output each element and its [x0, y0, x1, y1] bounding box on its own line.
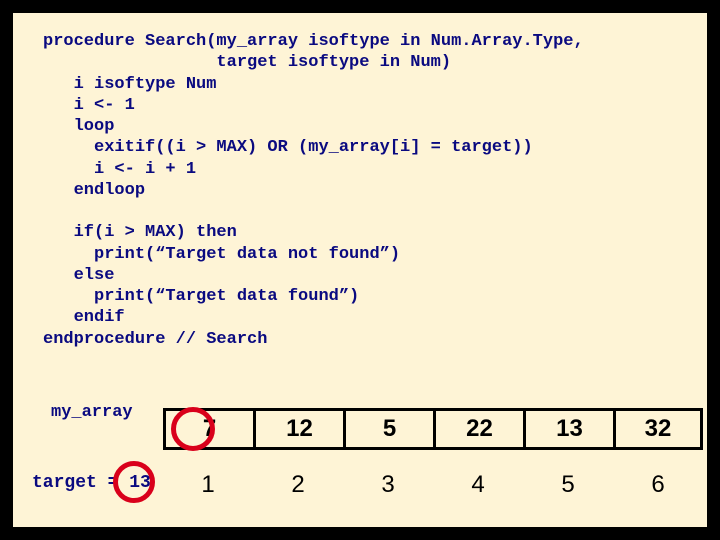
- array-cell: 22: [433, 408, 523, 450]
- array-cell: 32: [613, 408, 703, 450]
- code-line: if(i > MAX) then: [43, 223, 237, 242]
- code-line: exitif((i > MAX) OR (my_array[i] = targe…: [43, 138, 533, 157]
- code-line: loop: [43, 117, 114, 136]
- code-line: target isoftype in Num): [43, 53, 451, 72]
- array-table: 7 12 5 22 13 32: [163, 408, 703, 450]
- index-cell: 2: [253, 465, 343, 505]
- index-row: 1 2 3 4 5 6: [163, 465, 703, 505]
- highlight-circle-icon: [113, 461, 155, 503]
- code-line: endprocedure // Search: [43, 330, 267, 349]
- code-line: print(“Target data found”): [43, 287, 359, 306]
- code-line: endif: [43, 308, 125, 327]
- slide: procedure Search(my_array isoftype in Nu…: [10, 10, 710, 530]
- code-line: else: [43, 266, 114, 285]
- code-line: i isoftype Num: [43, 75, 216, 94]
- code-line: print(“Target data not found”): [43, 245, 400, 264]
- code-line: endloop: [43, 181, 145, 200]
- index-cell: 6: [613, 465, 703, 505]
- index-cell: 1: [163, 465, 253, 505]
- index-cell: 4: [433, 465, 523, 505]
- array-label: my_array: [51, 403, 133, 422]
- highlight-circle-icon: [171, 407, 215, 451]
- index-cell: 5: [523, 465, 613, 505]
- array-cell: 12: [253, 408, 343, 450]
- code-block: procedure Search(my_array isoftype in Nu…: [43, 31, 677, 350]
- code-line: procedure Search(my_array isoftype in Nu…: [43, 32, 584, 51]
- array-cell: 5: [343, 408, 433, 450]
- code-line: i <- i + 1: [43, 160, 196, 179]
- index-cell: 3: [343, 465, 433, 505]
- array-cell: 13: [523, 408, 613, 450]
- code-line: i <- 1: [43, 96, 135, 115]
